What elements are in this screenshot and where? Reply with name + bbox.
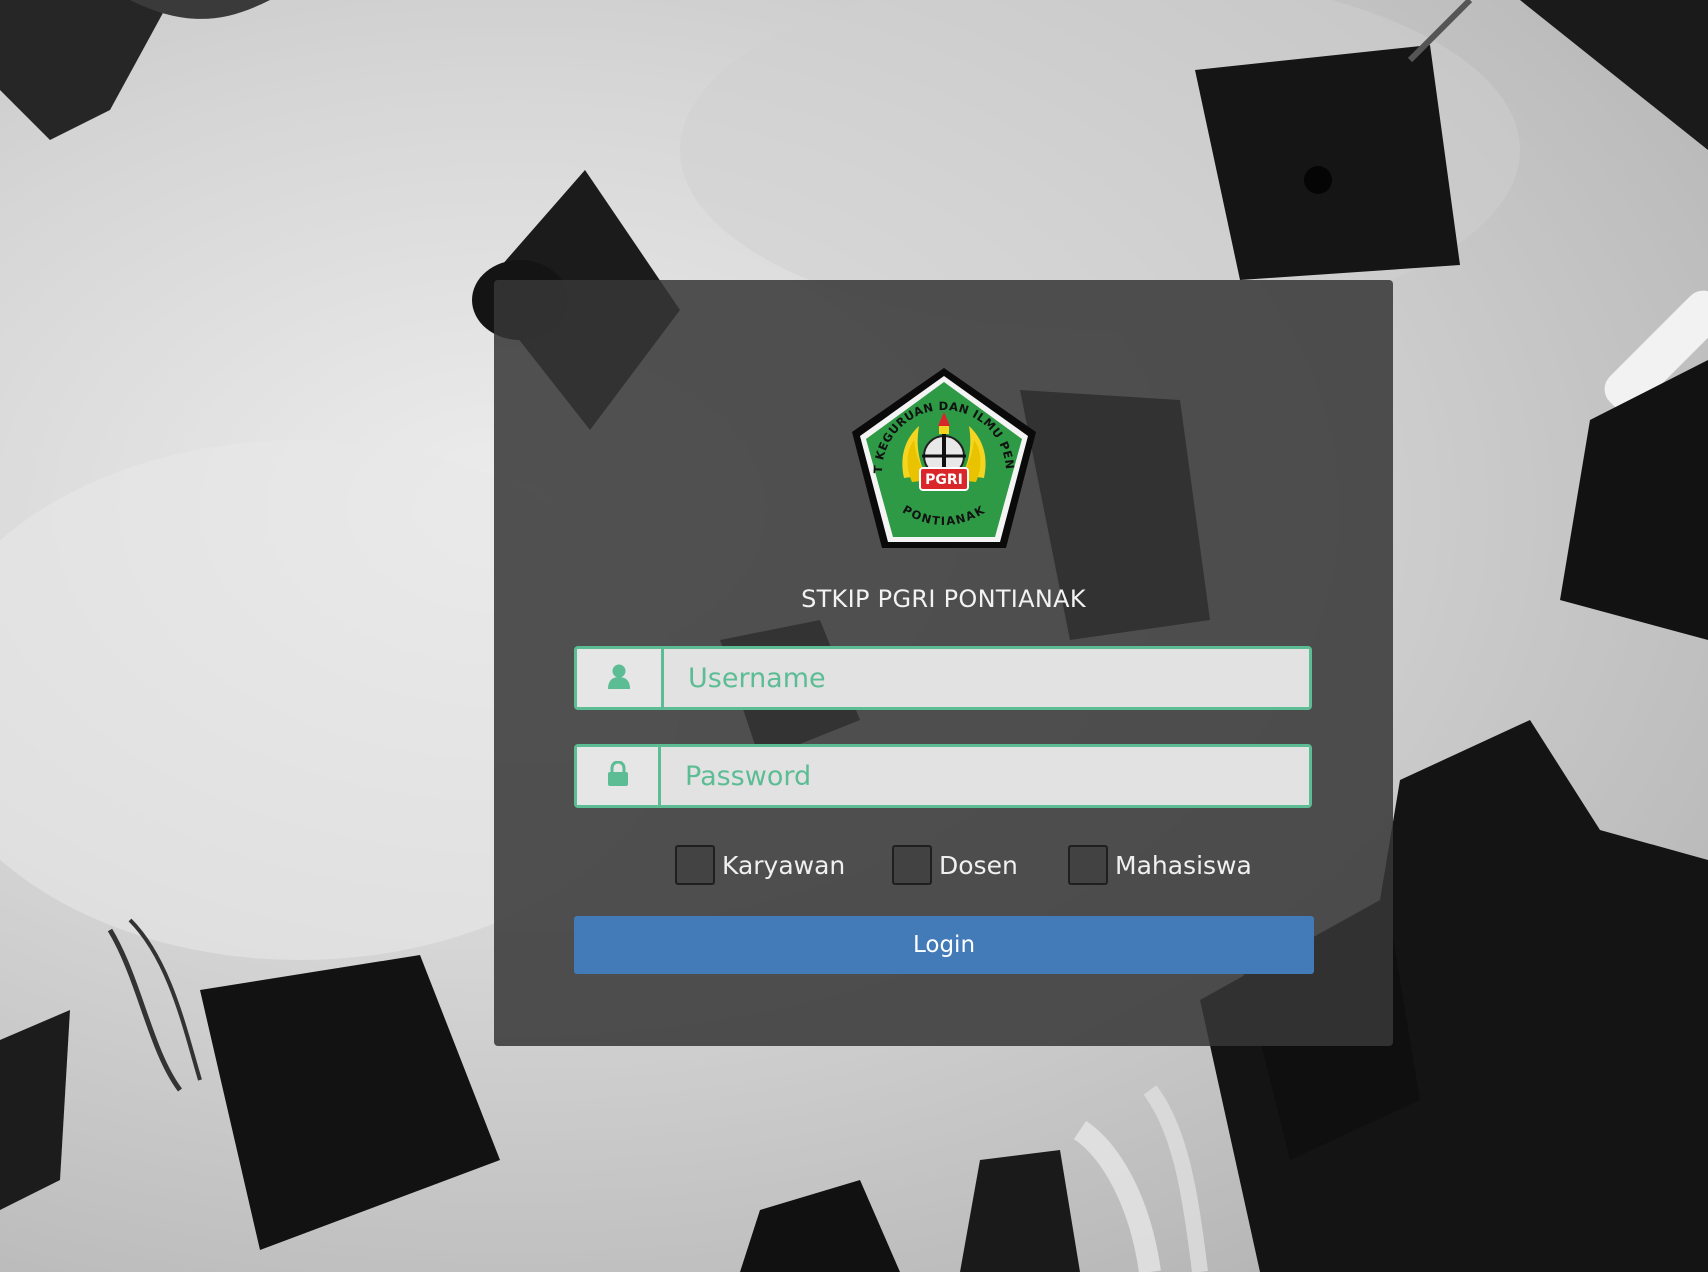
username-addon <box>577 649 664 707</box>
role-option-karyawan[interactable]: Karyawan <box>675 842 845 888</box>
role-selector: Karyawan Dosen Mahasiswa <box>494 842 1393 888</box>
role-option-dosen[interactable]: Dosen <box>892 842 1018 888</box>
checkbox-karyawan[interactable] <box>675 845 715 885</box>
username-input-group <box>574 646 1312 710</box>
role-label-mahasiswa: Mahasiswa <box>1115 850 1252 880</box>
lock-icon <box>607 760 629 791</box>
username-input[interactable] <box>664 649 1309 707</box>
login-button[interactable]: Login <box>574 916 1314 974</box>
login-panel: INSTITUT KEGURUAN DAN ILMU PENDIDIKAN PO… <box>494 280 1393 1046</box>
role-label-dosen: Dosen <box>939 850 1018 880</box>
password-input[interactable] <box>661 747 1309 805</box>
checkbox-dosen[interactable] <box>892 845 932 885</box>
pgri-pontianak-logo: INSTITUT KEGURUAN DAN ILMU PENDIDIKAN PO… <box>839 349 1044 560</box>
password-input-group <box>574 744 1312 808</box>
institution-title: STKIP PGRI PONTIANAK <box>801 585 1086 613</box>
role-label-karyawan: Karyawan <box>722 850 846 880</box>
role-option-mahasiswa[interactable]: Mahasiswa <box>1068 842 1252 888</box>
password-addon <box>577 747 661 805</box>
user-icon <box>607 663 631 693</box>
svg-text:PGRI: PGRI <box>925 472 963 488</box>
checkbox-mahasiswa[interactable] <box>1068 845 1108 885</box>
